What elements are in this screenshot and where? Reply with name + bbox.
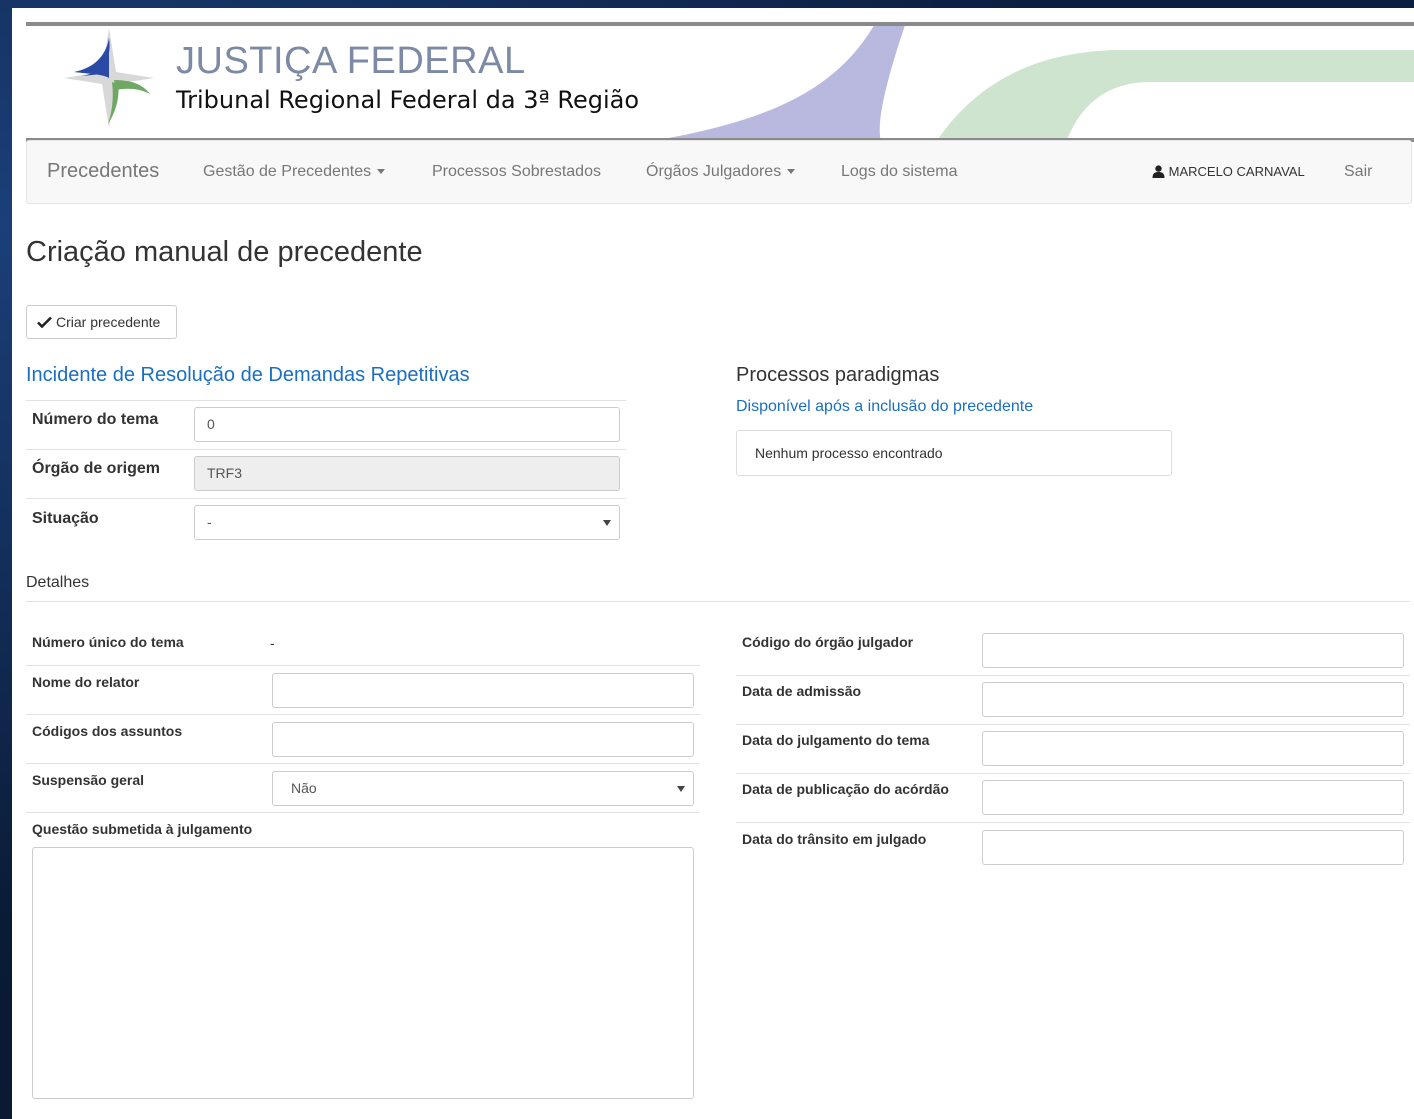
user-icon	[1152, 165, 1165, 178]
orgao-origem-label: Órgão de origem	[32, 460, 161, 477]
situacao-label: Situação	[32, 510, 99, 527]
data-transito-input[interactable]	[982, 830, 1404, 865]
divider	[26, 449, 626, 450]
page: JUSTIÇA FEDERAL Tribunal Regional Federa…	[12, 8, 1414, 1119]
create-precedent-button[interactable]: Criar precedente	[26, 305, 177, 339]
incidente-section-title: Incidente de Resolução de Demandas Repet…	[26, 364, 470, 386]
data-julgamento-label: Data do julgamento do tema	[742, 732, 930, 748]
nav-logs-sistema[interactable]: Logs do sistema	[841, 163, 958, 181]
brand-title: JUSTIÇA FEDERAL	[176, 40, 526, 82]
divider	[26, 714, 700, 715]
detalhes-title: Detalhes	[26, 574, 90, 591]
questao-textarea[interactable]	[32, 847, 694, 1099]
nav-orgaos-julgadores[interactable]: Órgãos Julgadores	[646, 163, 796, 181]
divider	[26, 601, 1410, 602]
numero-unico-value: -	[270, 635, 275, 651]
data-publicacao-label: Data de publicação do acórdão	[742, 781, 949, 797]
numero-tema-input[interactable]: 0	[194, 407, 620, 442]
checkmark-icon	[37, 316, 52, 328]
banner-green-shape	[938, 50, 1414, 138]
questao-label: Questão submetida à julgamento	[32, 821, 253, 837]
caret-down-icon	[787, 169, 796, 175]
caret-down-icon	[677, 786, 685, 792]
divider	[26, 665, 700, 666]
nav-user[interactable]: MARCELO CARNAVAL	[1152, 164, 1305, 179]
numero-unico-label: Número único do tema	[32, 634, 184, 650]
codigos-assuntos-input[interactable]	[272, 722, 694, 757]
paradigmas-empty-message: Nenhum processo encontrado	[736, 430, 1172, 476]
divider	[26, 498, 626, 499]
codigo-orgao-input[interactable]	[982, 633, 1404, 668]
caret-down-icon	[603, 520, 611, 526]
situacao-select[interactable]: -	[194, 505, 620, 540]
divider	[26, 763, 700, 764]
caret-down-icon	[377, 169, 386, 175]
justica-federal-logo-icon	[64, 28, 154, 128]
nav-gestao-precedentes[interactable]: Gestão de Precedentes	[203, 163, 386, 181]
paradigmas-subtitle: Disponível após a inclusão do precedente	[736, 398, 1034, 415]
suspensao-geral-label: Suspensão geral	[32, 772, 145, 788]
page-title: Criação manual de precedente	[26, 236, 423, 268]
data-julgamento-input[interactable]	[982, 731, 1404, 766]
banner-purple-shape	[668, 26, 905, 138]
logout-link[interactable]: Sair	[1344, 163, 1372, 181]
data-admissao-input[interactable]	[982, 682, 1404, 717]
codigos-assuntos-label: Códigos dos assuntos	[32, 723, 183, 739]
data-admissao-label: Data de admissão	[742, 683, 862, 699]
brand-subtitle: Tribunal Regional Federal da 3ª Região	[176, 86, 640, 114]
divider	[736, 675, 1410, 676]
suspensao-geral-select[interactable]: Não	[272, 771, 694, 806]
paradigmas-title: Processos paradigmas	[736, 364, 940, 386]
navbar: Precedentes Gestão de Precedentes Proces…	[26, 140, 1412, 204]
nome-relator-input[interactable]	[272, 673, 694, 708]
nome-relator-label: Nome do relator	[32, 674, 140, 690]
divider	[26, 812, 700, 813]
nav-processos-sobrestados[interactable]: Processos Sobrestados	[432, 163, 601, 181]
orgao-origem-input: TRF3	[194, 456, 620, 491]
numero-tema-label: Número do tema	[32, 411, 159, 428]
divider	[736, 724, 1410, 725]
header-banner: JUSTIÇA FEDERAL Tribunal Regional Federa…	[26, 22, 1414, 142]
nav-brand[interactable]: Precedentes	[47, 160, 159, 183]
divider	[26, 400, 626, 401]
codigo-orgao-label: Código do órgão julgador	[742, 634, 914, 650]
divider	[736, 773, 1410, 774]
divider	[736, 822, 1410, 823]
data-publicacao-input[interactable]	[982, 780, 1404, 815]
data-transito-label: Data do trânsito em julgado	[742, 831, 927, 847]
